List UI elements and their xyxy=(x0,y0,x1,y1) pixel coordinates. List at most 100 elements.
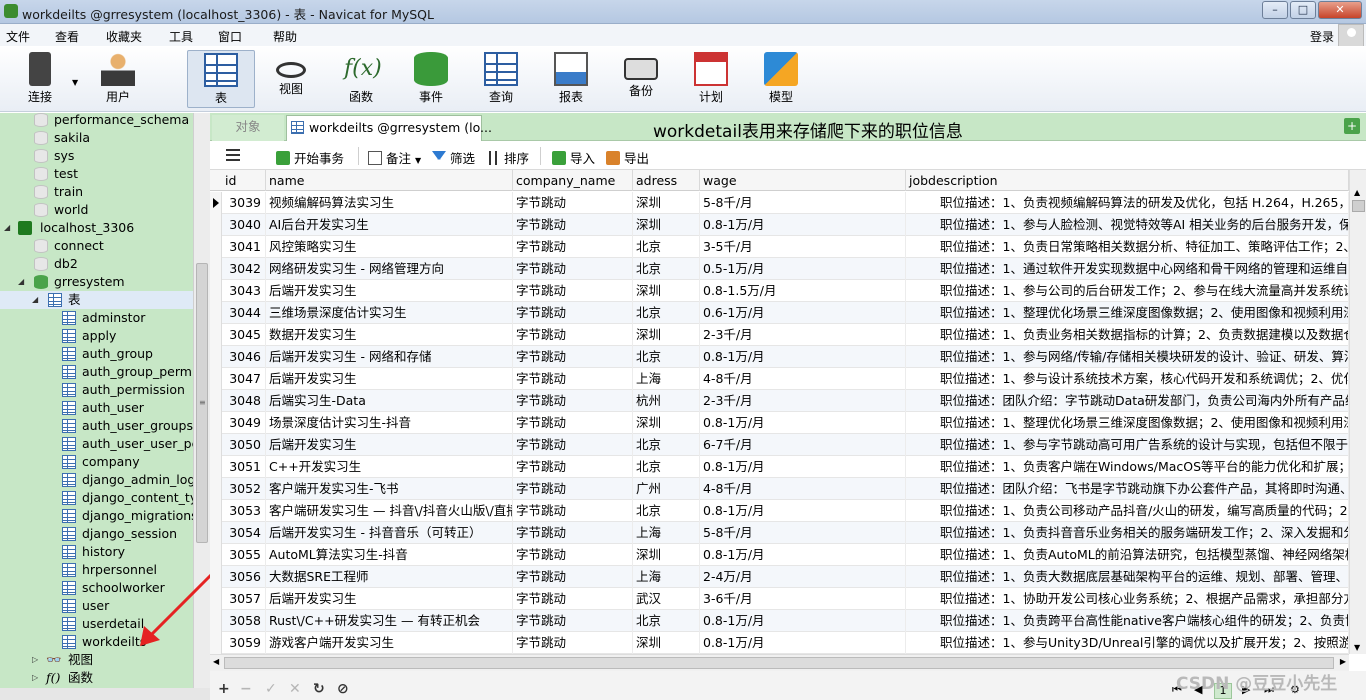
nav-tables-node[interactable]: ◢ 表 xyxy=(0,291,193,309)
cell-name[interactable]: 后端实习生-Data xyxy=(266,390,513,412)
row-selector[interactable] xyxy=(210,456,222,478)
cell-company-name[interactable]: 字节跳动 xyxy=(513,324,633,346)
cell-id[interactable]: 3040 xyxy=(222,214,266,236)
cell-company-name[interactable]: 字节跳动 xyxy=(513,368,633,390)
cell-id[interactable]: 3042 xyxy=(222,258,266,280)
cell-id[interactable]: 3043 xyxy=(222,280,266,302)
toolbar-table-button[interactable]: 表 xyxy=(187,50,255,108)
cell-jobdescription[interactable]: 职位描述：1、参与人脸检测、视觉特效等AI 相关业务的后台服务开发，保证 xyxy=(906,214,1349,236)
cell-id[interactable]: 3050 xyxy=(222,434,266,456)
cell-company-name[interactable]: 字节跳动 xyxy=(513,566,633,588)
column-header-name[interactable]: name xyxy=(266,170,513,191)
table-row[interactable]: 3044 三维场景深度估计实习生 字节跳动 北京 0.6-1万/月 职位描述：1、整理优化… xyxy=(210,302,1349,324)
cell-adress[interactable]: 北京 xyxy=(633,456,700,478)
cell-adress[interactable]: 北京 xyxy=(633,610,700,632)
cell-name[interactable]: AI后台开发实习生 xyxy=(266,214,513,236)
cell-jobdescription[interactable]: 职位描述：1、负责客户端在Windows/MacOS等平台的能力优化和扩展；2、… xyxy=(906,456,1349,478)
cell-wage[interactable]: 4-8千/月 xyxy=(700,478,906,500)
cell-adress[interactable]: 上海 xyxy=(633,566,700,588)
navigator-h-scrollbar[interactable] xyxy=(0,688,210,700)
cell-name[interactable]: 视频编解码算法实习生 xyxy=(266,192,513,214)
table-row[interactable]: 3054 后端开发实习生 - 抖音音乐（可转正） 字节跳动 上海 5-8千/月 职位描述：… xyxy=(210,522,1349,544)
cell-adress[interactable]: 深圳 xyxy=(633,192,700,214)
menu-window[interactable]: 窗口 xyxy=(218,28,242,45)
cell-company-name[interactable]: 字节跳动 xyxy=(513,214,633,236)
cell-id[interactable]: 3059 xyxy=(222,632,266,654)
cell-jobdescription[interactable]: 职位描述：1、负责抖音音乐业务相关的服务端研发工作；2、深入发掘和分析 xyxy=(906,522,1349,544)
cell-jobdescription[interactable]: 职位描述：团队介绍：字节跳动Data研发部门，负责公司海内外所有产品线的 xyxy=(906,390,1349,412)
cell-wage[interactable]: 0.8-1万/月 xyxy=(700,610,906,632)
cell-adress[interactable]: 上海 xyxy=(633,368,700,390)
cell-wage[interactable]: 0.6-1万/月 xyxy=(700,302,906,324)
row-selector[interactable] xyxy=(210,346,222,368)
row-selector[interactable] xyxy=(210,522,222,544)
cell-adress[interactable]: 深圳 xyxy=(633,324,700,346)
cell-name[interactable]: Rust\/C++研发实习生 — 有转正机会 xyxy=(266,610,513,632)
cell-company-name[interactable]: 字节跳动 xyxy=(513,522,633,544)
cell-wage[interactable]: 2-4万/月 xyxy=(700,566,906,588)
cell-id[interactable]: 3055 xyxy=(222,544,266,566)
memo-button[interactable]: 备注 ▼ xyxy=(368,148,421,167)
cell-adress[interactable]: 广州 xyxy=(633,478,700,500)
row-selector[interactable] xyxy=(210,324,222,346)
collapse-triangle-icon[interactable]: ◢ xyxy=(18,273,24,291)
cell-jobdescription[interactable]: 职位描述：1、参与字节跳动高可用广告系统的设计与实现，包括但不限于广告 xyxy=(906,434,1349,456)
menu-favorites[interactable]: 收藏夹 xyxy=(106,28,142,45)
cell-company-name[interactable]: 字节跳动 xyxy=(513,544,633,566)
cell-name[interactable]: 客户端研发实习生 — 抖音\/抖音火山版\/直播 xyxy=(266,500,513,522)
table-row[interactable]: 3048 后端实习生-Data 字节跳动 杭州 2-3千/月 职位描述：团队介绍：字节跳动… xyxy=(210,390,1349,412)
cell-id[interactable]: 3039 xyxy=(222,192,266,214)
row-selector[interactable] xyxy=(210,434,222,456)
filter-button[interactable]: 筛选 xyxy=(432,148,475,167)
cell-id[interactable]: 3057 xyxy=(222,588,266,610)
cell-name[interactable]: 风控策略实习生 xyxy=(266,236,513,258)
cell-wage[interactable]: 0.8-1万/月 xyxy=(700,544,906,566)
row-selector[interactable] xyxy=(210,610,222,632)
cell-jobdescription[interactable]: 职位描述：1、负责大数据底层基础架构平台的运维、规划、部署、管理、扩容 xyxy=(906,566,1349,588)
menu-hamburger-icon[interactable] xyxy=(226,149,240,161)
toolbar-function-button[interactable]: f(x) 函数 xyxy=(329,50,393,108)
table-row[interactable]: 3051 C++开发实习生 字节跳动 北京 0.8-1万/月 职位描述：1、负责客户端在W… xyxy=(210,456,1349,478)
row-selector[interactable] xyxy=(210,368,222,390)
cell-adress[interactable]: 武汉 xyxy=(633,588,700,610)
cell-adress[interactable]: 北京 xyxy=(633,346,700,368)
cell-name[interactable]: 后端开发实习生 - 网络和存储 xyxy=(266,346,513,368)
toolbar-query-button[interactable]: 查询 xyxy=(469,50,533,108)
table-row[interactable]: 3058 Rust\/C++研发实习生 — 有转正机会 字节跳动 北京 0.8-1万/月… xyxy=(210,610,1349,632)
cell-company-name[interactable]: 字节跳动 xyxy=(513,500,633,522)
cell-id[interactable]: 3058 xyxy=(222,610,266,632)
column-header-id[interactable]: id xyxy=(222,170,266,191)
current-row-indicator-icon[interactable] xyxy=(210,192,222,214)
cell-adress[interactable]: 深圳 xyxy=(633,544,700,566)
cell-jobdescription[interactable]: 职位描述：1、参与网络/传输/存储相关模块研发的设计、验证、研发、算法、 xyxy=(906,346,1349,368)
toolbar-user-button[interactable]: 用户 xyxy=(86,50,150,108)
menu-view[interactable]: 查看 xyxy=(55,28,79,45)
cell-adress[interactable]: 深圳 xyxy=(633,280,700,302)
cell-id[interactable]: 3046 xyxy=(222,346,266,368)
cell-id[interactable]: 3056 xyxy=(222,566,266,588)
cell-id[interactable]: 3052 xyxy=(222,478,266,500)
cell-id[interactable]: 3051 xyxy=(222,456,266,478)
cell-company-name[interactable]: 字节跳动 xyxy=(513,192,633,214)
stop-button[interactable]: ⊘ xyxy=(337,681,349,697)
connect-dropdown-caret-icon[interactable]: ▼ xyxy=(72,78,78,87)
toolbar-model-button[interactable]: 模型 xyxy=(749,50,813,108)
close-button[interactable]: ✕ xyxy=(1318,1,1362,19)
cell-wage[interactable]: 5-8千/月 xyxy=(700,192,906,214)
cell-wage[interactable]: 0.8-1万/月 xyxy=(700,346,906,368)
cell-company-name[interactable]: 字节跳动 xyxy=(513,346,633,368)
cell-company-name[interactable]: 字节跳动 xyxy=(513,478,633,500)
cell-jobdescription[interactable]: 职位描述：1、整理优化场景三维深度图像数据；2、使用图像和视频利用深度 xyxy=(906,412,1349,434)
cell-name[interactable]: 大数据SRE工程师 xyxy=(266,566,513,588)
cell-adress[interactable]: 北京 xyxy=(633,434,700,456)
cell-wage[interactable]: 5-8千/月 xyxy=(700,522,906,544)
table-row[interactable]: 3050 后端开发实习生 字节跳动 北京 6-7千/月 职位描述：1、参与字节跳动高可用广… xyxy=(210,434,1349,456)
toolbar-view-button[interactable]: 视图 xyxy=(259,50,323,108)
cell-wage[interactable]: 0.8-1万/月 xyxy=(700,214,906,236)
cell-adress[interactable]: 北京 xyxy=(633,302,700,324)
column-header-company-name[interactable]: company_name xyxy=(513,170,633,191)
cell-jobdescription[interactable]: 职位描述：1、负责跨平台高性能native客户端核心组件的研发；2、负责协助 xyxy=(906,610,1349,632)
cell-name[interactable]: C++开发实习生 xyxy=(266,456,513,478)
cell-jobdescription[interactable]: 职位描述：1、负责日常策略相关数据分析、特征加工、策略评估工作；2、构 xyxy=(906,236,1349,258)
cell-name[interactable]: 后端开发实习生 xyxy=(266,280,513,302)
